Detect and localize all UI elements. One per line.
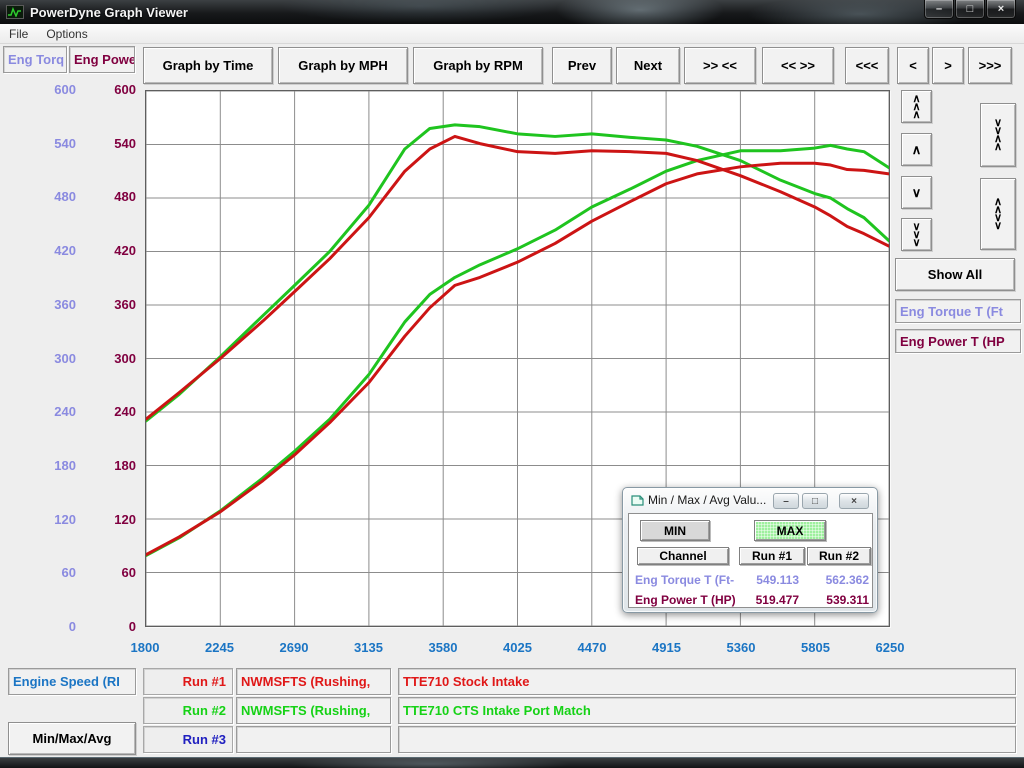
y-tick-label-power: 0 [84, 619, 136, 634]
x-tick-label: 3580 [411, 640, 475, 655]
x-tick-label: 5805 [784, 640, 848, 655]
y-tick-label-power: 420 [84, 243, 136, 258]
x-tick-label: 3135 [337, 640, 401, 655]
minmax-minimize-button[interactable]: – [773, 493, 799, 509]
run-label-2[interactable]: Run #2 [143, 697, 233, 724]
restore-button[interactable]: □ [955, 0, 985, 19]
toolbar-button-graph-by-mph[interactable]: Graph by MPH [278, 47, 408, 84]
minimize-button[interactable]: – [924, 0, 954, 19]
row-power-run2: 539.311 [809, 593, 869, 607]
x-tick-label: 6250 [858, 640, 922, 655]
y-tick-label-torque: 540 [24, 136, 76, 151]
y-tick-label-power: 240 [84, 404, 136, 419]
menu-options[interactable]: Options [37, 25, 96, 43]
power-channel-label[interactable]: Eng Power T (HP [895, 329, 1021, 353]
toolbar-button-nav-8[interactable]: < [897, 47, 929, 84]
toolbar-button-nav-5[interactable]: >> << [684, 47, 756, 84]
run-file-3[interactable] [236, 726, 391, 753]
y-tick-label-torque: 0 [24, 619, 76, 634]
y-tick-label-power: 180 [84, 458, 136, 473]
x-tick-label: 4470 [560, 640, 624, 655]
window-title: PowerDyne Graph Viewer [30, 5, 188, 20]
max-button[interactable]: MAX [754, 520, 826, 541]
title-bar: PowerDyne Graph Viewer – □ × [0, 0, 1024, 24]
column-header-channel: Channel [637, 547, 729, 565]
show-all-button[interactable]: Show All [895, 258, 1015, 291]
x-tick-label: 5360 [709, 640, 773, 655]
x-tick-label: 2245 [188, 640, 252, 655]
y-tick-label-power: 600 [84, 82, 136, 97]
run-file-1[interactable]: NWMSFTS (Rushing, [236, 668, 391, 695]
run-description-3[interactable] [398, 726, 1016, 753]
run-file-2[interactable]: NWMSFTS (Rushing, [236, 697, 391, 724]
minmax-window-titlebar[interactable]: Min / Max / Avg Valu... – □ × [623, 488, 877, 512]
minmax-avg-button[interactable]: Min/Max/Avg [8, 722, 136, 755]
toolbar-button-nav-9[interactable]: > [932, 47, 964, 84]
x-tick-label: 1800 [113, 640, 177, 655]
app-icon [6, 5, 24, 19]
minmax-window-icon [631, 494, 644, 506]
channel-button-torque[interactable]: Eng Torq [3, 46, 67, 73]
window-bottom-frame [0, 757, 1024, 768]
toolbar-button-nav-6[interactable]: << >> [762, 47, 834, 84]
toolbar-button-nav-10[interactable]: >>> [968, 47, 1012, 84]
min-button[interactable]: MIN [640, 520, 710, 541]
minmax-window-title: Min / Max / Avg Valu... [648, 493, 766, 507]
x-channel-button[interactable]: Engine Speed (RI [8, 668, 136, 695]
menu-file[interactable]: File [0, 25, 37, 43]
y-tick-label-power: 300 [84, 351, 136, 366]
minmax-close-button[interactable]: × [839, 493, 869, 509]
scroll-down-fast-button[interactable]: ∨∨∨ [901, 218, 932, 251]
y-tick-label-torque: 240 [24, 404, 76, 419]
x-tick-label: 2690 [262, 640, 326, 655]
row-torque-run2: 562.362 [809, 573, 869, 587]
toolbar-button-graph-by-rpm[interactable]: Graph by RPM [413, 47, 543, 84]
run-label-3[interactable]: Run #3 [143, 726, 233, 753]
y-tick-label-power: 120 [84, 512, 136, 527]
scroll-up-button[interactable]: ∧ [901, 133, 932, 166]
y-tick-label-torque: 180 [24, 458, 76, 473]
zoom-in-y-button[interactable]: ∨∨∧∧ [980, 103, 1016, 167]
x-tick-label: 4915 [635, 640, 699, 655]
minmax-window[interactable]: Min / Max / Avg Valu... – □ × MIN MAX Ch… [622, 487, 878, 613]
minmax-window-body: MIN MAX Channel Run #1 Run #2 Eng Torque… [628, 513, 873, 608]
run-description-2[interactable]: TTE710 CTS Intake Port Match [398, 697, 1016, 724]
y-tick-label-torque: 600 [24, 82, 76, 97]
zoom-out-y-button[interactable]: ∧∧∨∨ [980, 178, 1016, 250]
toolbar-button-next[interactable]: Next [616, 47, 680, 84]
toolbar-button-graph-by-time[interactable]: Graph by Time [143, 47, 273, 84]
y-tick-label-torque: 120 [24, 512, 76, 527]
x-tick-label: 4025 [486, 640, 550, 655]
y-tick-label-power: 480 [84, 189, 136, 204]
y-tick-label-power: 360 [84, 297, 136, 312]
run-label-1[interactable]: Run #1 [143, 668, 233, 695]
torque-channel-label[interactable]: Eng Torque T (Ft [895, 299, 1021, 323]
y-tick-label-torque: 480 [24, 189, 76, 204]
column-header-run1: Run #1 [739, 547, 805, 565]
y-tick-label-power: 60 [84, 565, 136, 580]
close-button[interactable]: × [986, 0, 1016, 19]
run-description-1[interactable]: TTE710 Stock Intake [398, 668, 1016, 695]
toolbar-button-nav-7[interactable]: <<< [845, 47, 889, 84]
y-tick-label-torque: 300 [24, 351, 76, 366]
y-tick-label-torque: 60 [24, 565, 76, 580]
minmax-restore-button[interactable]: □ [802, 493, 828, 509]
channel-button-power[interactable]: Eng Powe [69, 46, 135, 73]
y-tick-label-torque: 360 [24, 297, 76, 312]
row-torque-run1: 549.113 [739, 573, 799, 587]
scroll-up-fast-button[interactable]: ∧∧∧ [901, 90, 932, 123]
row-power-run1: 519.477 [739, 593, 799, 607]
toolbar-button-prev[interactable]: Prev [552, 47, 612, 84]
y-tick-label-torque: 420 [24, 243, 76, 258]
scroll-down-button[interactable]: ∨ [901, 176, 932, 209]
menu-bar: File Options [0, 24, 1024, 44]
column-header-run2: Run #2 [807, 547, 871, 565]
y-tick-label-power: 540 [84, 136, 136, 151]
